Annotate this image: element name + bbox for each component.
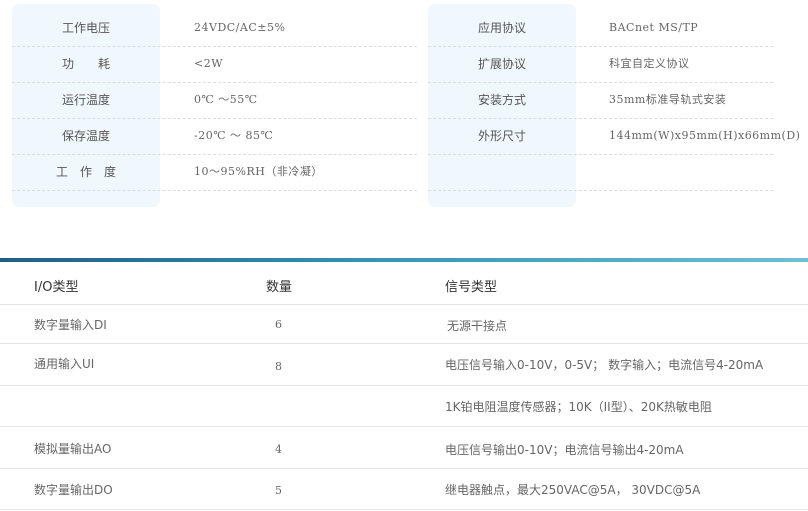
count-cell: 8 — [275, 360, 282, 373]
spec-left-label: 保存温度 — [61, 129, 110, 143]
count-cell: 4 — [275, 443, 282, 456]
count-cell: 6 — [275, 318, 282, 331]
table-row: 数字量输入DI 6 无源干接点 — [0, 304, 808, 344]
header-io-type: I/O类型 — [34, 280, 79, 295]
signal-type-cell: 无源干接点 — [447, 319, 508, 333]
io-type-cell: 通用输入UI — [34, 357, 95, 371]
signal-type-cell: 电压信号输入0-10V，0-5V； 数字输入；电流信号4-20mA — [445, 358, 764, 372]
io-table-header: I/O类型 数量 信号类型 — [0, 262, 808, 305]
table-row: 数字量输出DO 5 继电器触点，最大250VAC@5A， 30VDC@5A — [0, 468, 808, 510]
spec-right-label: 扩展协议 — [477, 57, 526, 71]
spec-right-label — [428, 154, 576, 190]
io-type-cell: 模拟量输出AO — [34, 442, 112, 456]
spec-left-value: 0℃ ～55℃ — [194, 93, 258, 106]
spec-right-value: 144mm(W)x95mm(H)x66mm(D) — [609, 129, 801, 142]
spec-left-value: 24VDC/AC±5% — [194, 21, 286, 34]
spec-table: 工作电压 24VDC/AC±5% 功 耗 <2W 运行温度 0℃ ～55℃ 保存温度 -20℃… — [0, 0, 808, 230]
table-row: 1K铂电阻温度传感器；10K（II型）、20K热敏电阻 — [0, 385, 808, 427]
header-signal-type: 信号类型 — [445, 280, 498, 295]
spec-right-label: 安装方式 — [477, 93, 526, 107]
signal-type-cell: 电压信号输出0-10V；电流信号输出4-20mA — [445, 443, 684, 457]
signal-type-cell: 继电器触点，最大250VAC@5A， 30VDC@5A — [445, 483, 701, 497]
spec-left-value: 10～95%RH（非冷凝） — [194, 165, 323, 178]
spec-right-value: 科宜自定义协议 — [609, 57, 690, 70]
table-row: 通用输入UI 8 电压信号输入0-10V，0-5V； 数字输入；电流信号4-20mA — [0, 343, 808, 386]
spec-right-label: 外形尺寸 — [477, 129, 526, 143]
spec-left-label: 工 作 度 — [55, 165, 116, 179]
spec-right-value: BACnet MS/TP — [609, 21, 699, 34]
spec-row-divider — [12, 190, 417, 191]
spec-right-label: 应用协议 — [477, 21, 526, 35]
spec-left-value: <2W — [194, 57, 224, 70]
table-row: 模拟量输出AO 4 电压信号输出0-10V；电流信号输出4-20mA — [0, 426, 808, 469]
spec-left-value: -20℃ ～ 85℃ — [194, 129, 274, 142]
spec-row-divider — [428, 190, 773, 191]
spec-left-label: 功 耗 — [61, 57, 110, 71]
io-type-cell: 数字量输出DO — [34, 483, 113, 497]
spec-left-label: 运行温度 — [61, 93, 110, 107]
header-count: 数量 — [266, 280, 293, 295]
spec-right-value: 35mm标准导轨式安装 — [609, 93, 727, 106]
io-type-cell: 数字量输入DI — [34, 318, 107, 332]
spec-left-label: 工作电压 — [61, 21, 110, 35]
count-cell: 5 — [275, 484, 282, 497]
signal-type-cell: 1K铂电阻温度传感器；10K（II型）、20K热敏电阻 — [445, 400, 712, 414]
